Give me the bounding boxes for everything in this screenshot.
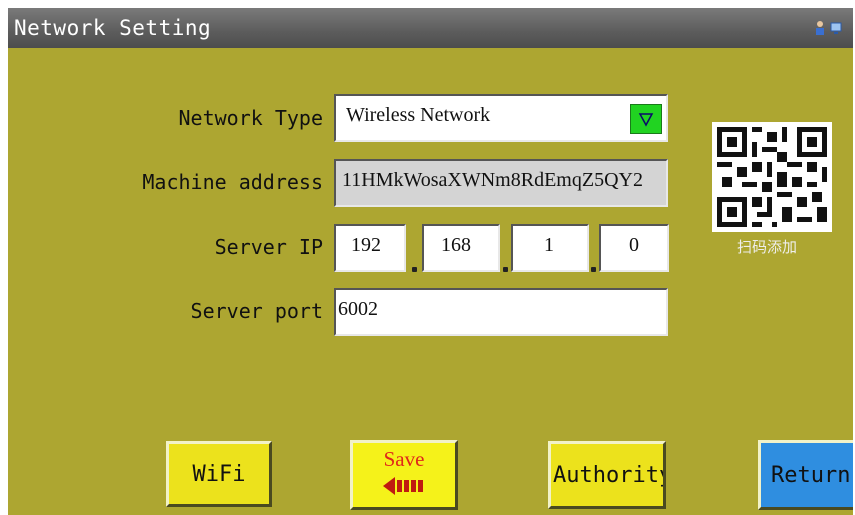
dropdown-button[interactable] (630, 104, 662, 134)
octet-2-value: 168 (441, 234, 471, 256)
machine-address-field: 11HMkWosaXWNm8RdEmqZ5QY2 (334, 159, 668, 207)
machine-address-label: Machine address (142, 170, 323, 194)
network-type-value: Wireless Network (346, 104, 491, 126)
save-button-label: Save (383, 447, 425, 471)
octet-3-value: 1 (544, 234, 554, 256)
qr-caption: 扫码添加 (737, 238, 798, 256)
server-ip-octet-4[interactable]: 0 (599, 224, 669, 272)
screen: Network Setting Network Type Wireless Ne… (0, 0, 855, 515)
title-bar: Network Setting (8, 8, 853, 48)
network-type-select[interactable]: Wireless Network (334, 94, 668, 142)
octet-1-value: 192 (351, 234, 381, 256)
ip-separator (591, 267, 596, 272)
network-icon (830, 20, 842, 36)
window-title: Network Setting (14, 16, 212, 40)
chevron-down-icon (638, 113, 654, 127)
server-port-value: 6002 (338, 298, 378, 320)
ip-separator (503, 267, 508, 272)
machine-address-value: 11HMkWosaXWNm8RdEmqZ5QY2 (342, 169, 643, 191)
server-ip-octet-3[interactable]: 1 (511, 224, 589, 272)
user-icon (814, 20, 826, 36)
wifi-button[interactable]: WiFi (166, 441, 272, 507)
server-port-label: Server port (190, 299, 323, 323)
authority-button-label: Authority (553, 462, 666, 488)
server-port-input[interactable]: 6002 (334, 288, 668, 336)
ip-separator (412, 267, 417, 272)
save-button[interactable]: Save (350, 440, 458, 510)
settings-panel: Network Type Wireless Network Machine ad… (8, 48, 853, 515)
server-ip-octet-1[interactable]: 192 (334, 224, 406, 272)
return-button[interactable]: Return (758, 440, 853, 510)
server-ip-label: Server IP (214, 235, 323, 259)
return-button-label: Return (771, 462, 851, 488)
server-ip-octet-2[interactable]: 168 (422, 224, 500, 272)
network-type-label: Network Type (178, 106, 324, 130)
authority-button[interactable]: Authority (548, 441, 666, 509)
octet-4-value: 0 (629, 234, 639, 256)
wifi-button-label: WiFi (192, 461, 246, 487)
qr-code (712, 121, 832, 233)
arrow-left-icon (383, 477, 423, 495)
